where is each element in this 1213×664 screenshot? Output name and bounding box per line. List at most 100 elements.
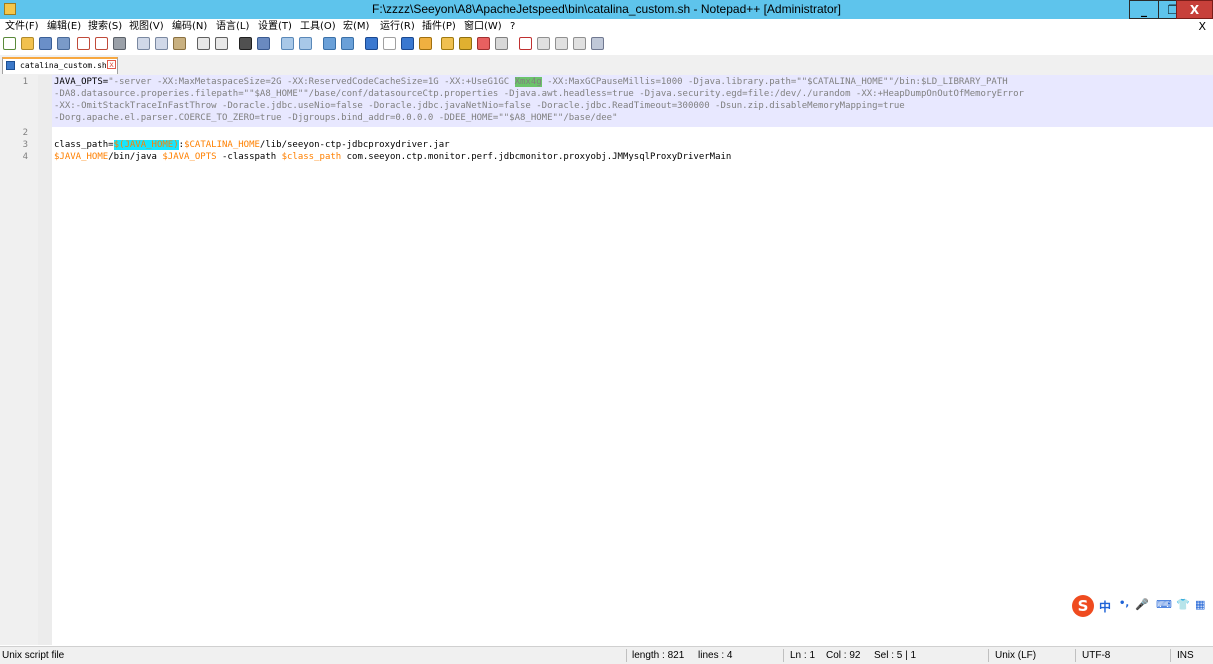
replace-icon[interactable]: [257, 37, 270, 50]
code-token: class_path=: [54, 140, 114, 150]
menu-tools[interactable]: 工具(O): [300, 19, 336, 34]
indent-guide-icon[interactable]: [401, 37, 414, 50]
save-icon[interactable]: [39, 37, 52, 50]
line-number: 2: [22, 128, 28, 138]
sync-horizontal-icon[interactable]: [341, 37, 354, 50]
code-token: /lib/seeyon-ctp-jdbcproxydriver.jar: [259, 140, 450, 150]
menu-file[interactable]: 文件(F): [5, 19, 39, 34]
menu-view[interactable]: 视图(V): [129, 19, 164, 34]
user-language-icon[interactable]: [419, 37, 432, 50]
status-insert-mode[interactable]: INS: [1177, 647, 1194, 664]
ime-voice-icon[interactable]: 🎤: [1135, 598, 1149, 611]
code-token: -XX:MaxGCPauseMillis=1000 -Djava.library…: [541, 77, 1008, 87]
code-token: com.seeyon.ctp.monitor.perf.jdbcmonitor.…: [341, 152, 732, 162]
find-icon[interactable]: [239, 37, 252, 50]
menu-encoding[interactable]: 编码(N): [172, 19, 207, 34]
stop-macro-icon[interactable]: [537, 37, 550, 50]
code-line-1: JAVA_OPTS="-server -XX:MaxMetaspaceSize=…: [54, 77, 1008, 88]
sync-vertical-icon[interactable]: [323, 37, 336, 50]
status-separator: [626, 649, 627, 662]
toolbar: [0, 35, 1213, 53]
line-number: 4: [22, 152, 28, 162]
code-line-1-wrap: -DA8.datasource.properies.filepath=""$A8…: [54, 89, 1024, 100]
play-macro-icon[interactable]: [555, 37, 568, 50]
code-line-1-wrap: -Dorg.apache.el.parser.COERCE_TO_ZERO=tr…: [54, 113, 618, 124]
record-macro-icon[interactable]: [519, 37, 532, 50]
menu-settings[interactable]: 设置(T): [258, 19, 292, 34]
status-selection: Sel : 5 | 1: [874, 650, 917, 661]
status-column: Col : 92: [826, 650, 861, 661]
ime-chinese-mode-icon[interactable]: 中: [1099, 598, 1111, 615]
menu-language[interactable]: 语言(L): [216, 19, 249, 34]
minimize-button[interactable]: _: [1129, 0, 1159, 19]
code-token: -classpath: [216, 152, 282, 162]
status-separator: [1170, 649, 1171, 662]
code-token: $JAVA_OPTS: [162, 152, 217, 162]
menu-window[interactable]: 窗口(W): [464, 19, 502, 34]
code-token: -DA8.datasource.properies.filepath=""$A8…: [54, 89, 1024, 99]
monitoring-icon[interactable]: [495, 37, 508, 50]
show-all-chars-icon[interactable]: [383, 37, 396, 50]
status-bar: Unix script file length : 821 lines : 4 …: [0, 646, 1213, 664]
close-button[interactable]: X: [1176, 0, 1213, 19]
tab-label: catalina_custom.sh: [20, 61, 107, 70]
undo-icon[interactable]: [197, 37, 210, 50]
title-bar[interactable]: F:\zzzz\Seeyon\A8\ApacheJetspeed\bin\cat…: [0, 0, 1213, 19]
save-macro-icon[interactable]: [591, 37, 604, 50]
status-file-type: Unix script file: [2, 650, 65, 661]
status-line-number: Ln : 1: [790, 650, 816, 661]
window-title: F:\zzzz\Seeyon\A8\ApacheJetspeed\bin\cat…: [372, 2, 841, 16]
saved-file-icon: [6, 61, 15, 70]
sogou-logo-icon[interactable]: S: [1072, 595, 1094, 617]
status-encoding[interactable]: UTF-8: [1082, 647, 1110, 664]
print-icon[interactable]: [113, 37, 126, 50]
tab-catalina-custom[interactable]: catalina_custom.sh x: [2, 57, 118, 74]
code-token: JAVA_OPTS=: [54, 77, 109, 87]
line-number: 1: [22, 77, 28, 87]
editor-area[interactable]: 1 2 3 4 JAVA_OPTS="-server -XX:MaxMetasp…: [0, 75, 1213, 645]
status-separator: [783, 649, 784, 662]
ime-toolbar[interactable]: S 中 •, 🎤 ⌨ 👕 ▦: [1072, 595, 1210, 619]
menu-plugins[interactable]: 插件(P): [422, 19, 456, 34]
code-token: -XX:-OmitStackTraceInFastThrow -Doracle.…: [54, 101, 905, 111]
line-number: 3: [22, 140, 28, 150]
code-token: "-server -XX:MaxMetaspaceSize=2G -XX:Res…: [108, 77, 515, 87]
fold-margin[interactable]: [38, 75, 52, 645]
code-token: -Dorg.apache.el.parser.COERCE_TO_ZERO=tr…: [54, 113, 618, 123]
brace-highlight: $(JAVA_HOME): [113, 140, 179, 150]
menu-run[interactable]: 运行(R): [380, 19, 415, 34]
open-file-icon[interactable]: [21, 37, 34, 50]
tab-close-icon[interactable]: x: [107, 60, 116, 69]
doc-map-icon[interactable]: [441, 37, 454, 50]
folder-workspace-icon[interactable]: [477, 37, 490, 50]
status-eol-format[interactable]: Unix (LF): [995, 647, 1036, 664]
run-macro-multiple-icon[interactable]: [573, 37, 586, 50]
status-separator: [1075, 649, 1076, 662]
menu-edit[interactable]: 编辑(E): [47, 19, 81, 34]
copy-icon[interactable]: [155, 37, 168, 50]
line-number-gutter: 1 2 3 4: [0, 75, 38, 645]
code-line-1-wrap: -XX:-OmitStackTraceInFastThrow -Doracle.…: [54, 101, 905, 112]
function-list-icon[interactable]: [459, 37, 472, 50]
zoom-in-icon[interactable]: [281, 37, 294, 50]
menu-search[interactable]: 搜索(S): [88, 19, 122, 34]
close-document-button[interactable]: X: [1198, 19, 1206, 34]
word-wrap-icon[interactable]: [365, 37, 378, 50]
new-file-icon[interactable]: [3, 37, 16, 50]
close-all-icon[interactable]: [95, 37, 108, 50]
ime-keyboard-icon[interactable]: ⌨: [1156, 598, 1172, 611]
paste-icon[interactable]: [173, 37, 186, 50]
ime-toolbox-icon[interactable]: ▦: [1195, 598, 1205, 611]
save-all-icon[interactable]: [57, 37, 70, 50]
code-token: $CATALINA_HOME: [184, 140, 260, 150]
menu-help[interactable]: ?: [510, 19, 515, 34]
zoom-out-icon[interactable]: [299, 37, 312, 50]
close-file-icon[interactable]: [77, 37, 90, 50]
menu-macro[interactable]: 宏(M): [343, 19, 369, 34]
redo-icon[interactable]: [215, 37, 228, 50]
selection-highlight: Xmx4g: [514, 77, 542, 87]
code-token: $JAVA_HOME: [54, 152, 109, 162]
ime-skin-icon[interactable]: 👕: [1176, 598, 1190, 611]
cut-icon[interactable]: [137, 37, 150, 50]
ime-punctuation-icon[interactable]: •,: [1119, 598, 1129, 609]
